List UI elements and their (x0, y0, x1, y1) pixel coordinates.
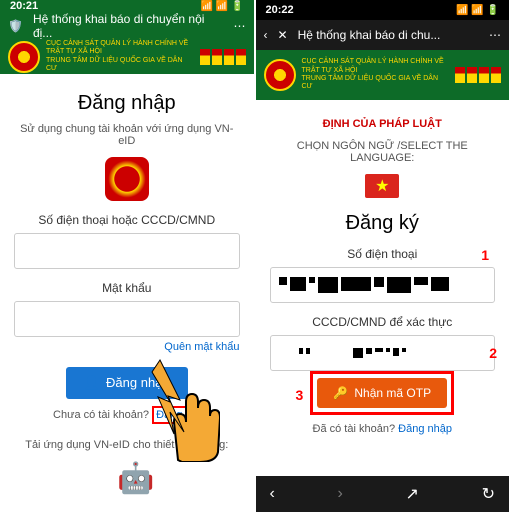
app-header: ‹ ✕ Hệ thống khai báo di chu... ⋯ (256, 20, 509, 50)
medals-icon (200, 49, 246, 65)
nav-share-icon[interactable]: ↗ (406, 484, 419, 504)
user-icon: 👤 (84, 375, 100, 391)
page-title: Đăng ký (270, 212, 496, 235)
page-title: Đăng nhập (14, 92, 240, 115)
forgot-password-link[interactable]: Quên mật khẩu (14, 341, 240, 353)
censored-value (275, 344, 410, 362)
status-time: 20:22 (266, 4, 294, 16)
annotation-2: 2 (489, 345, 497, 361)
more-icon[interactable]: ⋯ (489, 28, 501, 42)
login-link[interactable]: Đăng nhập (398, 423, 452, 435)
legal-text: ĐỊNH CỦA PHÁP LUẬT (270, 118, 496, 130)
banner: CỤC CẢNH SÁT QUẢN LÝ HÀNH CHÍNH VỀ TRẬT … (0, 40, 254, 74)
status-icons: 📶 📶 🔋 (456, 5, 499, 16)
status-icons: 📶 📶 🔋 (201, 1, 244, 12)
nav-refresh-icon[interactable]: ↻ (482, 484, 495, 504)
annotation-3: 3 (296, 387, 304, 403)
phone-label: Số điện thoại hoặc CCCD/CMND (14, 213, 240, 227)
annotation-1: 1 (481, 247, 489, 263)
signup-prompt: Chưa có tài khoản? Đăng ký (14, 409, 240, 421)
more-icon[interactable]: ⋯ (234, 19, 246, 33)
status-bar: 20:21 📶 📶 🔋 (0, 0, 254, 12)
phone-input[interactable] (270, 267, 496, 303)
vietnam-flag-icon[interactable]: ★ (365, 174, 399, 198)
police-emblem-icon (8, 41, 40, 73)
emblem-icon: 🛡️ (8, 19, 23, 33)
register-content: ĐỊNH CỦA PHÁP LUẬT CHỌN NGÔN NGỮ /SELECT… (256, 100, 509, 476)
key-icon: 🔑 (333, 386, 348, 400)
app-header: 🛡️ Hệ thống khai báo di chuyển nội đị...… (0, 12, 254, 40)
banner-text: CỤC CẢNH SÁT QUẢN LÝ HÀNH CHÍNH VỀ TRẬT … (46, 40, 194, 74)
id-label: CCCD/CMND để xác thực (270, 315, 496, 329)
police-emblem-icon (264, 59, 296, 91)
status-bar: 20:22 📶 📶 🔋 (256, 0, 509, 20)
header-title: Hệ thống khai báo di chu... (298, 28, 441, 42)
phone-left: 20:21 📶 📶 🔋 🛡️ Hệ thống khai báo di chuy… (0, 0, 256, 512)
phone-label: Số điện thoại (270, 247, 496, 261)
otp-button[interactable]: 🔑 Nhận mã OTP (317, 378, 447, 408)
highlight-box: 🔑 Nhận mã OTP (310, 371, 454, 415)
banner: CỤC CẢNH SÁT QUẢN LÝ HÀNH CHÍNH VỀ TRẬT … (256, 50, 509, 100)
login-content: Đăng nhập Sử dụng chung tài khoản với ứn… (0, 74, 254, 512)
login-button[interactable]: 👤 Đăng nhập (66, 367, 188, 399)
page-subtitle: Sử dụng chung tài khoản với ứng dụng VN-… (14, 123, 240, 147)
phone-input[interactable] (14, 233, 240, 269)
header-title: Hệ thống khai báo di chuyển nội đị... (33, 12, 224, 40)
bottom-nav: ‹ › ↗ ↻ (256, 476, 509, 512)
phone-right: 20:22 📶 📶 🔋 ‹ ✕ Hệ thống khai báo di chu… (256, 0, 509, 512)
password-input[interactable] (14, 301, 240, 337)
password-label: Mật khẩu (14, 281, 240, 295)
censored-value (275, 273, 453, 297)
os-icons: 🤖 (14, 461, 240, 496)
status-time: 20:21 (10, 0, 38, 12)
download-text: Tải ứng dụng VN-eID cho thiết bị di động… (14, 439, 240, 451)
nav-forward-icon[interactable]: › (338, 485, 343, 503)
signup-link[interactable]: Đăng ký (152, 406, 200, 424)
back-icon[interactable]: ‹ (264, 28, 268, 42)
id-input[interactable] (270, 335, 496, 371)
android-icon[interactable]: 🤖 (117, 461, 154, 496)
close-icon[interactable]: ✕ (278, 28, 288, 42)
language-label: CHỌN NGÔN NGỮ /SELECT THE LANGUAGE: (270, 140, 496, 164)
nav-back-icon[interactable]: ‹ (270, 485, 275, 503)
login-prompt: Đã có tài khoản? Đăng nhập (270, 423, 496, 435)
banner-text: CỤC CẢNH SÁT QUẢN LÝ HÀNH CHÍNH VỀ TRẬT … (302, 58, 450, 92)
medals-icon (455, 67, 501, 83)
vneid-emblem-icon (105, 157, 149, 201)
